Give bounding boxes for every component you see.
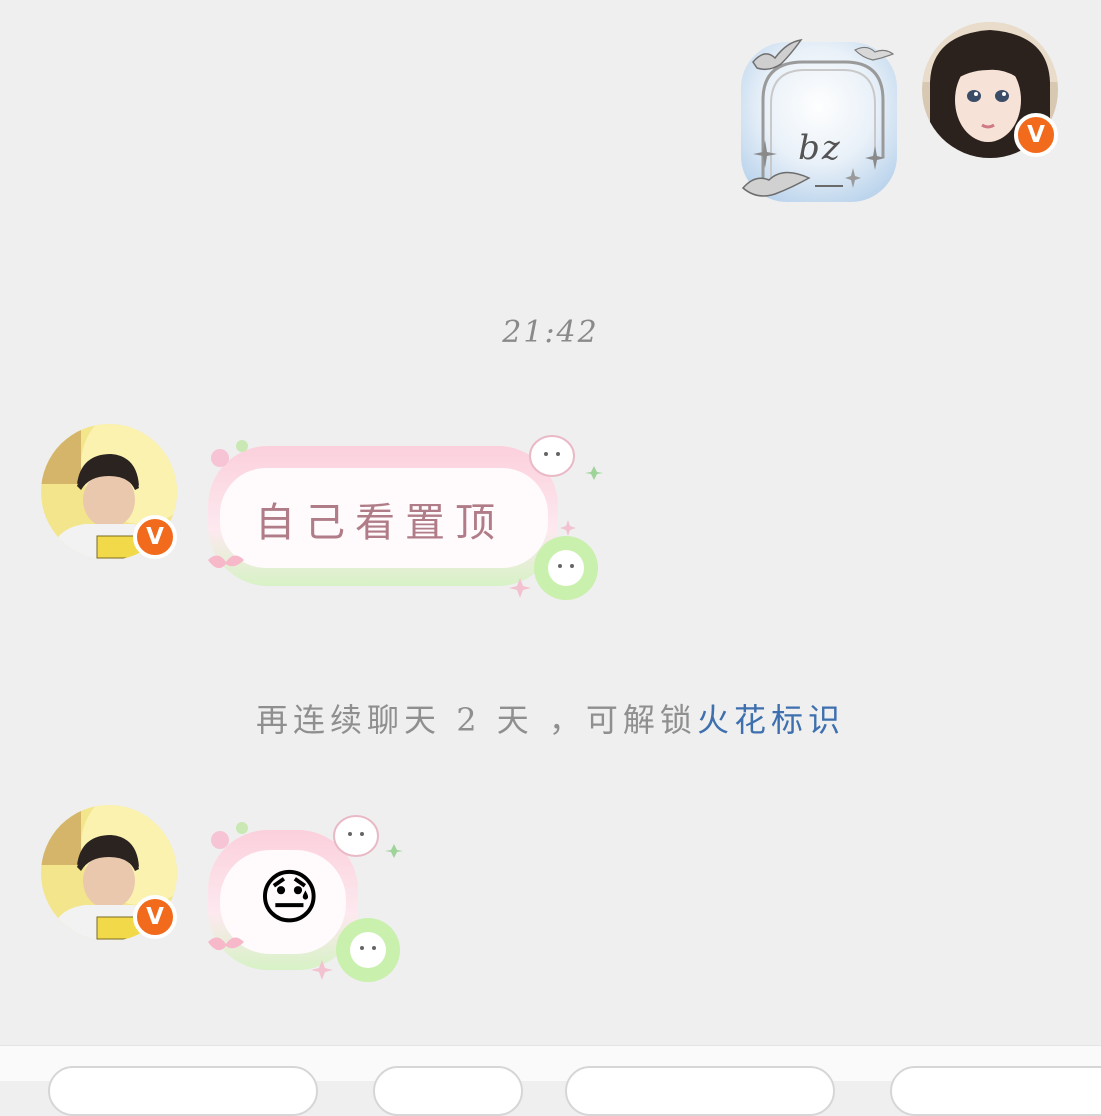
my-verified-badge: V xyxy=(1014,113,1058,157)
sticker-frame-art xyxy=(741,39,897,202)
message-timestamp: 21:42 xyxy=(502,315,599,350)
quick-reply-chip[interactable] xyxy=(373,1066,523,1116)
incoming-message-text: 自己看置顶 xyxy=(255,500,505,546)
spark-badge-link[interactable]: 火花标识 xyxy=(697,701,845,739)
quick-reply-bar xyxy=(0,1045,1101,1116)
quick-reply-chip[interactable] xyxy=(890,1066,1101,1116)
streak-notice-text: 再连续聊天 2 天 ，可解锁 xyxy=(256,701,697,739)
my-message-text: bz xyxy=(798,128,842,168)
streak-notice: 再连续聊天 2 天 ，可解锁火花标识 xyxy=(0,695,1101,741)
my-sticker-bubble[interactable]: bz xyxy=(735,28,905,208)
quick-reply-chip[interactable] xyxy=(48,1066,318,1116)
contact-verified-badge: V xyxy=(133,895,177,939)
quick-reply-chip[interactable] xyxy=(565,1066,835,1116)
contact-verified-badge: V xyxy=(133,515,177,559)
incoming-text-bubble[interactable]: 自己看置顶 xyxy=(200,428,610,603)
downcast-sweat-emoji: 😓 xyxy=(258,863,321,933)
incoming-emoji-bubble[interactable]: 😓 xyxy=(200,810,410,990)
